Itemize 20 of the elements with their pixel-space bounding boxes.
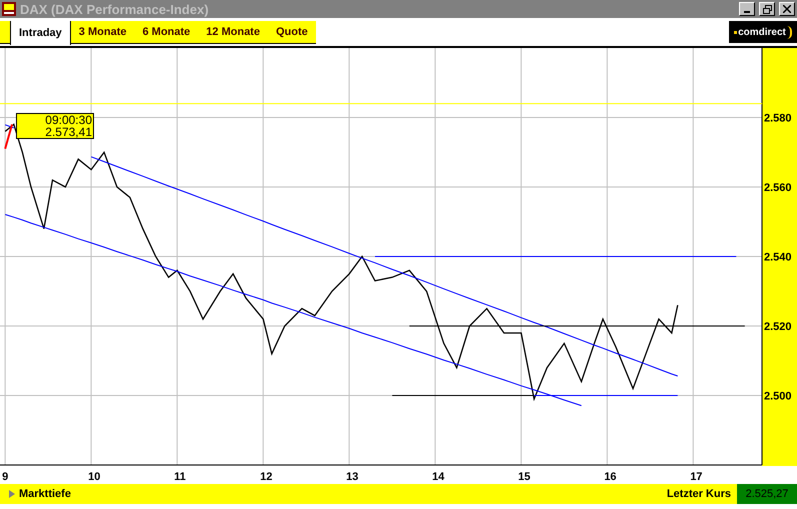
axis-label: 12 <box>260 471 272 483</box>
logo: comdirect <box>729 21 797 43</box>
axis-label: 15 <box>518 471 530 483</box>
tooltip-value: 2.573,41 <box>44 126 92 138</box>
axis-label: 10 <box>88 471 100 483</box>
axis-label: 14 <box>432 471 444 483</box>
axis-label: 9 <box>2 471 8 483</box>
axis-label: 2.580 <box>764 112 792 124</box>
axis-label: 2.520 <box>764 321 792 333</box>
window-title: DAX (DAX Performance-Index) <box>20 2 210 16</box>
axis-label: 2.560 <box>764 182 792 194</box>
axis-label: 16 <box>604 471 616 483</box>
axis-label: 17 <box>690 471 702 483</box>
axis-label: 11 <box>174 471 186 483</box>
axis-label: 13 <box>346 471 358 483</box>
tooltip-time: 09:00:30 <box>44 114 92 126</box>
last-price-value: 2.525,27 <box>737 484 797 504</box>
axis-label: 2.540 <box>764 252 792 264</box>
axis-label: 2.500 <box>764 390 792 402</box>
last-price-label: Letzter Kurs <box>666 488 731 500</box>
